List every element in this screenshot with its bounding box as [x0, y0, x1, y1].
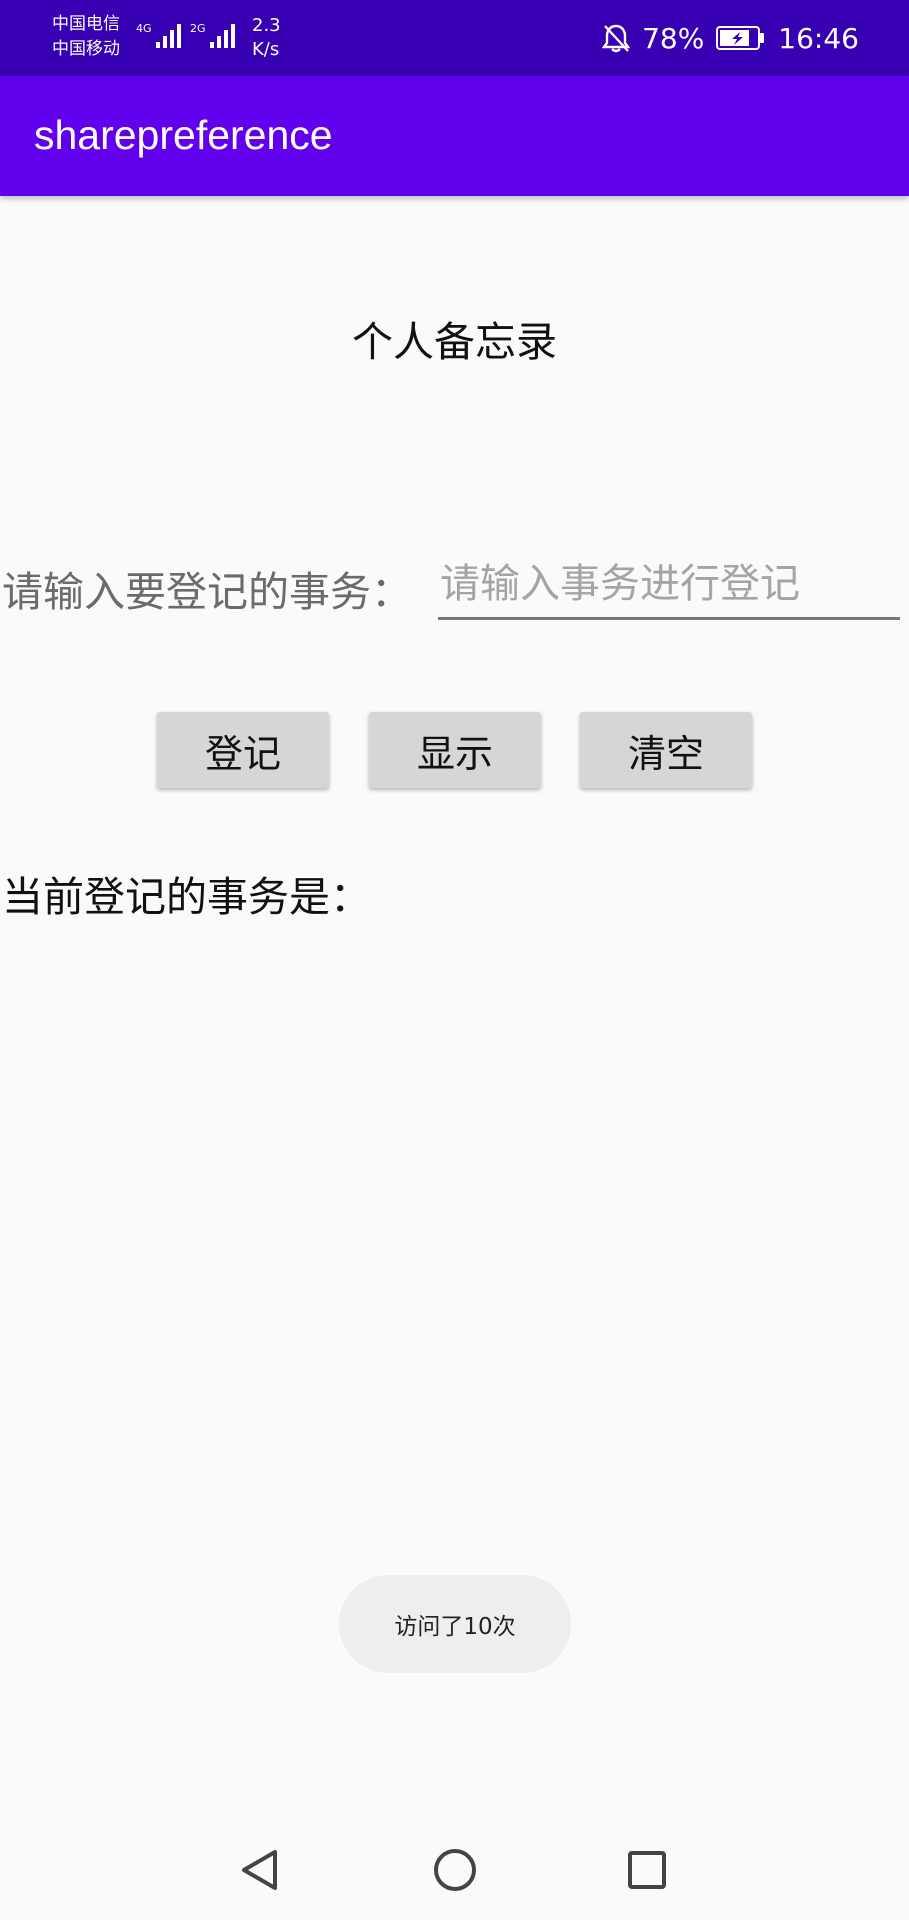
battery-percent: 78% — [642, 21, 705, 55]
home-icon — [434, 1849, 476, 1891]
task-input[interactable] — [438, 550, 900, 620]
toast-text: 访问了10次 — [394, 1614, 516, 1640]
speed-unit: K/s — [252, 39, 280, 60]
network-speed: 2.3 K/s — [252, 14, 281, 62]
carrier-info: 中国电信 中国移动 — [52, 12, 120, 62]
signal-icon: 2G — [190, 22, 235, 48]
battery-icon — [716, 26, 765, 50]
network-type-2: 2G — [190, 22, 206, 35]
task-input-label: 请输入要登记的事务： — [2, 568, 412, 616]
status-right: 78% 16:46 — [602, 0, 859, 76]
network-type-1: 4G — [136, 22, 152, 35]
toast-message: 访问了10次 — [339, 1575, 571, 1673]
register-button[interactable]: 登记 — [157, 712, 329, 788]
back-icon — [242, 1850, 277, 1890]
home-button[interactable] — [420, 1838, 490, 1902]
navigation-bar — [0, 1820, 909, 1920]
clear-button[interactable]: 清空 — [580, 712, 752, 788]
recents-icon — [628, 1851, 666, 1889]
current-task-label: 当前登记的事务是： — [2, 873, 371, 921]
back-button[interactable] — [225, 1838, 295, 1902]
speed-value: 2.3 — [252, 15, 281, 36]
show-button[interactable]: 显示 — [369, 712, 541, 788]
clock: 16:46 — [778, 21, 859, 55]
app-bar: sharepreference — [0, 76, 909, 196]
carrier-2: 中国移动 — [52, 39, 120, 59]
page-title: 个人备忘录 — [352, 318, 557, 366]
signal-icon: 4G — [136, 22, 181, 48]
recents-button[interactable] — [612, 1838, 682, 1902]
carrier-1: 中国电信 — [52, 14, 120, 34]
app-title: sharepreference — [34, 112, 333, 158]
mute-bell-icon — [602, 24, 631, 53]
status-bar: 中国电信 中国移动 4G 2G 2.3 K/s 78% 16:46 — [0, 0, 909, 76]
